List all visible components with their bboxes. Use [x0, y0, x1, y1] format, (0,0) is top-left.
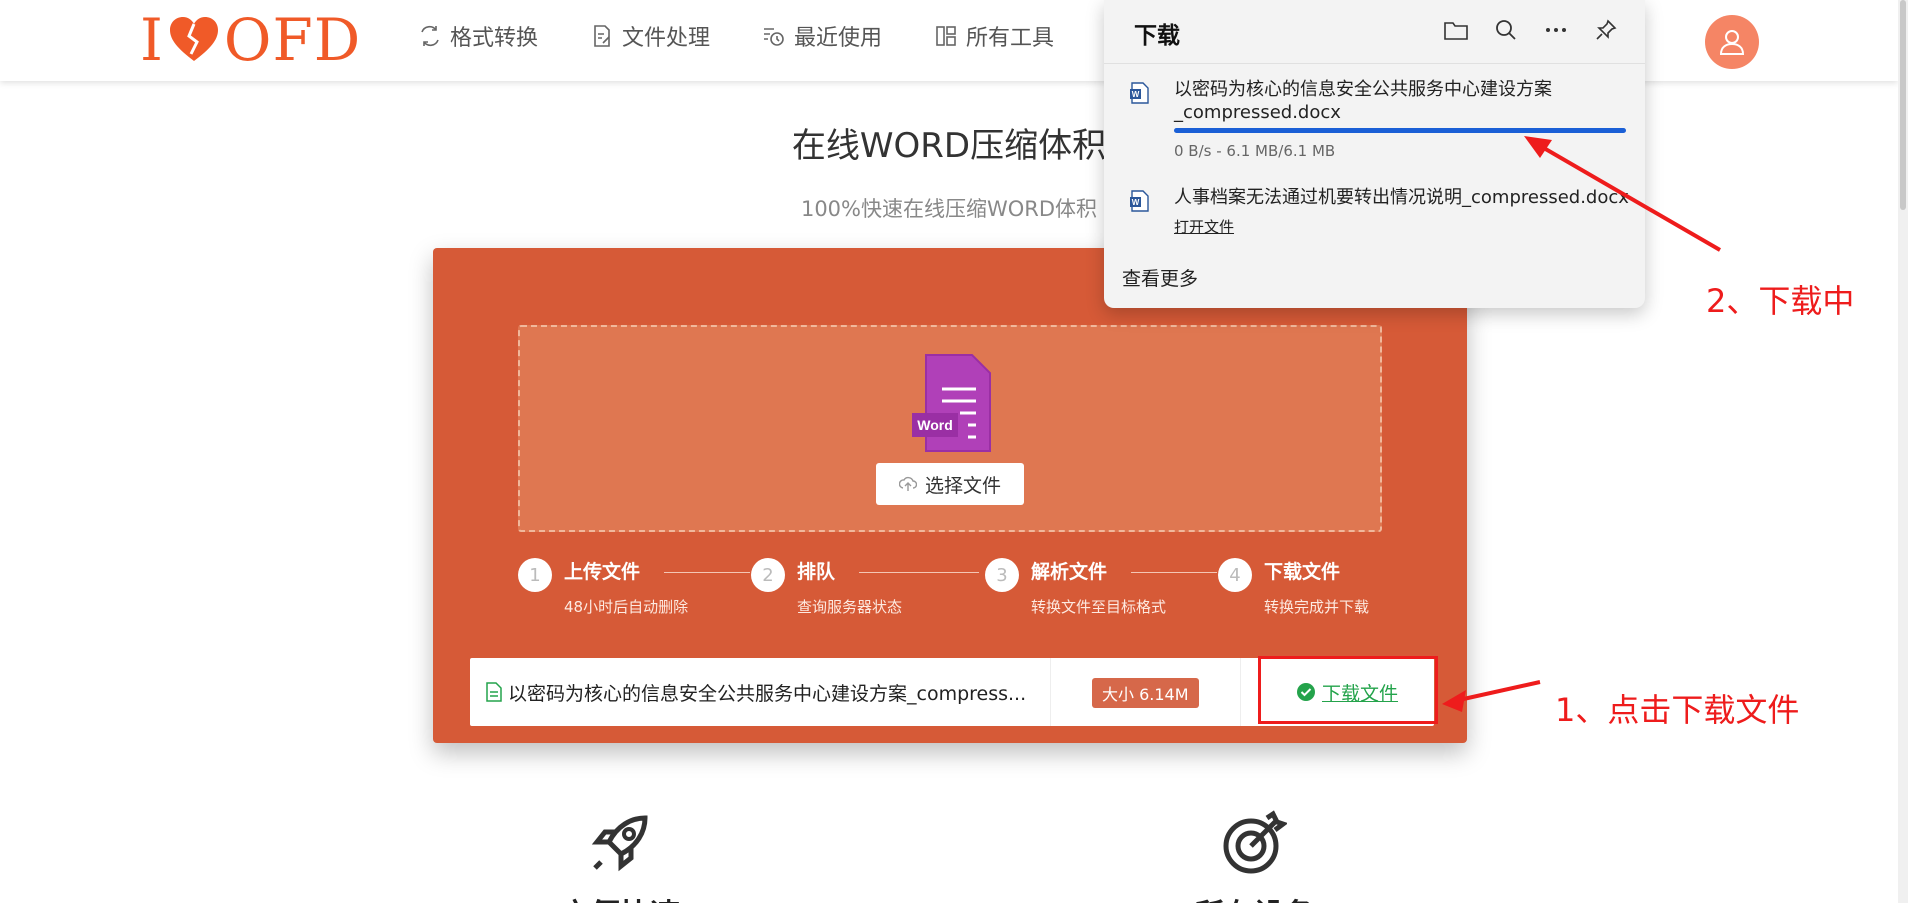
downloads-toolbar: [1444, 18, 1618, 42]
file-name-text: 以密码为核心的信息安全公共服务中心建设方案_compress...: [508, 682, 1027, 705]
upload-cloud-icon: [898, 476, 917, 491]
file-edit-icon: [594, 25, 610, 47]
open-file-link[interactable]: 打开文件: [1174, 216, 1234, 237]
main-nav: 格式转换 文件处理 最近使用 所有工具: [418, 20, 1054, 52]
select-file-label: 选择文件: [924, 474, 1001, 497]
logo[interactable]: I OFD: [140, 6, 362, 74]
grid-icon: [936, 26, 956, 46]
download-item[interactable]: W 以密码为核心的信息安全公共服务中心建设方案_compressed.docx …: [1130, 78, 1630, 168]
download-item-name: 人事档案无法通过机要转出情况说明_compressed.docx: [1174, 187, 1629, 208]
step-connector: [1131, 571, 1218, 573]
popup-divider: [1104, 63, 1645, 64]
convert-icon: [421, 25, 439, 47]
nav-label: 所有工具: [966, 26, 1055, 51]
nav-recent[interactable]: 最近使用: [762, 20, 882, 52]
annotation-downloading: 2、下载中: [1706, 282, 1855, 320]
step-title: 解析文件: [1031, 561, 1108, 583]
downloads-title: 下载: [1134, 23, 1180, 49]
step-desc: 查询服务器状态: [797, 598, 903, 616]
file-name: 以密码为核心的信息安全公共服务中心建设方案_compress...: [486, 658, 1046, 726]
nav-file-process[interactable]: 文件处理: [590, 20, 710, 52]
highlight-box: [1258, 656, 1438, 724]
progress-steps: 1 上传文件 48小时后自动删除 2 排队 查询服务器状态 3 解析文件 转换文…: [518, 558, 1398, 628]
nav-label: 文件处理: [622, 26, 711, 51]
step-title: 下载文件: [1264, 561, 1341, 583]
word-file-icon: Word: [912, 354, 991, 452]
rocket-icon: [591, 815, 648, 872]
word-doc-icon: W: [1130, 190, 1149, 212]
step-upload: 1 上传文件 48小时后自动删除: [518, 558, 751, 617]
word-doc-icon: W: [1130, 82, 1149, 104]
step-download: 4 下载文件 转换完成并下载: [1218, 558, 1369, 617]
download-status: 0 B/s - 6.1 MB/6.1 MB: [1174, 142, 1336, 160]
step-number: 1: [518, 558, 552, 592]
document-icon: [486, 682, 502, 702]
step-number: 2: [751, 558, 785, 592]
step-desc: 转换完成并下载: [1264, 598, 1370, 616]
folder-icon: [1444, 22, 1468, 40]
user-avatar[interactable]: [1705, 15, 1759, 69]
page-scrollbar[interactable]: [1898, 0, 1908, 903]
svg-text:W: W: [1132, 198, 1140, 207]
pin-icon: [1596, 19, 1617, 40]
feature-title: 方便快速: [560, 890, 680, 903]
open-folder-button[interactable]: [1444, 18, 1468, 42]
step-title: 排队: [797, 561, 836, 583]
nav-format-convert[interactable]: 格式转换: [418, 20, 538, 52]
feature-title: 所有设备: [1194, 890, 1314, 903]
logo-text-ofd: OFD: [223, 6, 362, 74]
download-item-name: 以密码为核心的信息安全公共服务中心建设方案_compressed.docx: [1174, 79, 1552, 123]
target-icon: [1223, 810, 1287, 874]
nav-label: 最近使用: [794, 26, 883, 51]
downloads-popup: 下载 W 以密码为核心的信息安全公共服务中心建设方案_compressed.do…: [1104, 0, 1645, 308]
select-file-button[interactable]: 选择文件: [876, 463, 1024, 505]
search-downloads-button[interactable]: [1494, 18, 1518, 42]
step-connector: [664, 571, 751, 573]
annotation-click-download: 1、点击下载文件: [1555, 691, 1800, 729]
column-divider: [1050, 658, 1051, 726]
step-desc: 48小时后自动删除: [564, 598, 689, 616]
upload-dropzone[interactable]: Word 选择文件: [518, 325, 1382, 532]
download-item[interactable]: W 人事档案无法通过机要转出情况说明_compressed.docx 打开文件: [1130, 186, 1630, 242]
download-progress-bar: [1174, 128, 1626, 133]
scrollbar-thumb[interactable]: [1900, 0, 1906, 210]
file-size-badge: 大小 6.14M: [1092, 678, 1199, 708]
column-divider: [1240, 658, 1241, 726]
broken-heart-icon: [169, 17, 218, 61]
step-number: 4: [1218, 558, 1252, 592]
step-desc: 转换文件至目标格式: [1031, 598, 1167, 616]
step-parse: 3 解析文件 转换文件至目标格式: [985, 558, 1218, 617]
nav-all-tools[interactable]: 所有工具: [934, 20, 1054, 52]
more-options-button[interactable]: [1544, 18, 1568, 42]
more-icon: [1546, 28, 1566, 32]
logo-text-i: I: [140, 6, 164, 74]
feature-fast: 方便快速: [560, 810, 680, 903]
user-icon: [1719, 30, 1745, 55]
step-number: 3: [985, 558, 1019, 592]
step-connector: [859, 571, 980, 573]
see-more-link[interactable]: 查看更多: [1122, 264, 1198, 291]
nav-label: 格式转换: [450, 26, 539, 51]
step-queue: 2 排队 查询服务器状态: [751, 558, 980, 617]
word-badge-text: Word: [917, 417, 953, 433]
feature-all-devices: 所有设备: [1194, 810, 1314, 903]
svg-text:W: W: [1132, 90, 1140, 99]
history-icon: [764, 28, 784, 46]
step-title: 上传文件: [564, 561, 641, 583]
pin-button[interactable]: [1594, 18, 1618, 42]
search-icon: [1496, 20, 1516, 40]
